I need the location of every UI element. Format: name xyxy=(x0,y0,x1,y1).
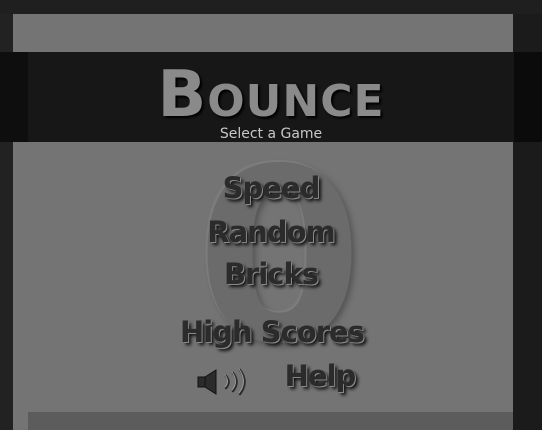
game-title-initial: B xyxy=(157,58,208,132)
menu-bricks-button[interactable]: Bricks xyxy=(200,257,342,291)
menu-high-scores-button[interactable]: High Scores xyxy=(180,315,365,349)
menu-help-button[interactable]: Help xyxy=(280,359,360,393)
bottom-border xyxy=(28,412,513,430)
menu-random-button[interactable]: Random xyxy=(180,215,362,249)
game-title: BOUNCE xyxy=(0,58,542,132)
speaker-icon xyxy=(197,368,246,396)
game-subtitle: Select a Game xyxy=(219,126,323,142)
game-title-rest: OUNCE xyxy=(207,76,385,127)
menu-speed-button[interactable]: Speed xyxy=(200,171,342,205)
sound-toggle-icon[interactable] xyxy=(196,367,260,397)
